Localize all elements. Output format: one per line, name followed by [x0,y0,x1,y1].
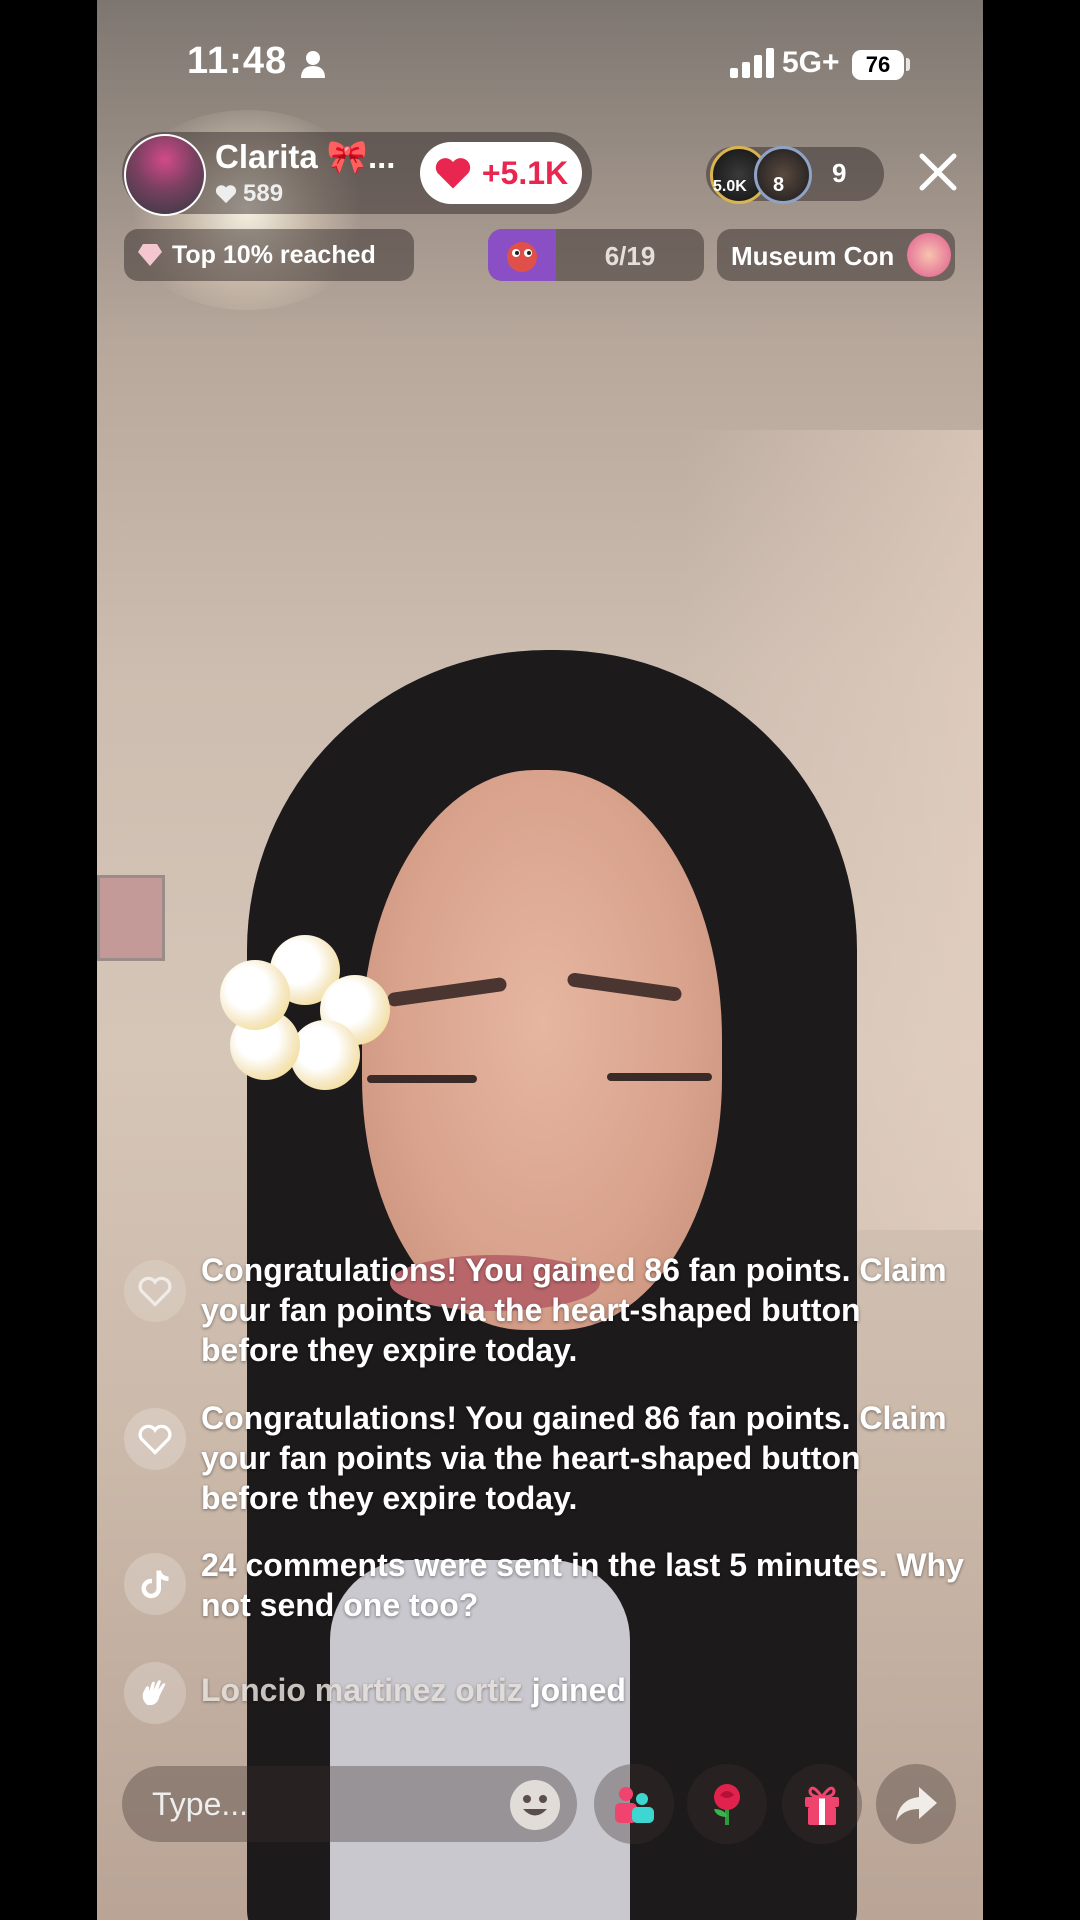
multi-guest-button[interactable] [594,1764,674,1844]
host-name[interactable]: Clarita 🎀... [215,138,395,177]
person-icon [301,51,325,78]
chat-text: Congratulations! You gained 86 fan point… [201,1252,947,1368]
viewer-badge-1: 5.0K [713,178,747,195]
goal-progress: 6/19 [604,241,656,271]
live-video-stage [97,0,983,1920]
status-time: 11:48 [187,40,288,82]
chat-text: Loncio martinez ortiz joined [201,1670,964,1710]
close-icon[interactable] [916,150,960,194]
battery-tip [906,58,910,71]
chat-text: Congratulations! You gained 86 fan point… [201,1400,947,1516]
streamer-face [362,770,722,1330]
museum-label: Museum Con [731,241,895,271]
gift-button[interactable] [782,1764,862,1844]
comment-placeholder: Type... [152,1786,249,1822]
host-likes: 589 [215,180,283,208]
top-ranking-pill[interactable]: Top 10% reached [124,229,414,281]
host-avatar[interactable] [124,134,206,216]
heart-gift-icon [507,242,537,272]
chat-text: 24 comments were sent in the last 5 minu… [201,1547,964,1623]
heart-outline-icon [124,1260,186,1322]
like-count-label: +5.1K [481,154,569,191]
share-arrow-icon [896,1787,937,1821]
host-likes-count: 589 [243,180,284,207]
wall-picture [97,875,165,961]
emoji-icon[interactable] [508,1778,562,1832]
waving-hand-icon [124,1662,186,1724]
viewer-badge-2: 8 [773,174,785,196]
right-eye [607,1073,712,1081]
tiktok-icon [124,1553,186,1615]
heart-outline-icon [124,1408,186,1470]
museum-event-pill[interactable]: Museum Con [717,229,955,281]
battery-icon: 76 [852,50,904,80]
guests-icon [615,1787,654,1823]
heart-icon [435,158,471,189]
rose-icon [714,1784,740,1825]
top-ranking-label: Top 10% reached [172,240,376,269]
network-type: 5G+ [782,46,840,79]
flower-effect [220,935,390,1090]
signal-icon [730,48,774,78]
diamond-icon [138,244,162,266]
gift-icon [805,1786,839,1825]
heart-icon [215,185,237,204]
ice-cream-icon [907,233,951,277]
share-button[interactable] [876,1764,956,1844]
rose-gift-button[interactable] [687,1764,767,1844]
joined-action: joined [531,1672,626,1708]
goal-pill[interactable]: 6/19 [488,229,704,281]
like-heart-button[interactable]: +5.1K [420,142,582,204]
joined-user-name[interactable]: Loncio martinez ortiz [201,1672,523,1708]
viewer-count[interactable]: 9 [832,158,846,189]
